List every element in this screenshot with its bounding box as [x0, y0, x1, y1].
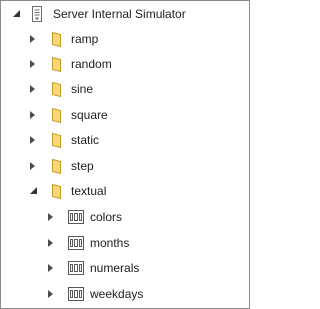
variable-icon: [68, 210, 84, 226]
folder-icon: [49, 31, 63, 48]
tree-node-root[interactable]: Server Internal Simulator: [1, 4, 249, 24]
tree-node-label: colors: [90, 210, 123, 224]
tree-node-folder-static[interactable]: static: [1, 130, 249, 150]
tree-node-folder-textual[interactable]: textual: [1, 181, 249, 201]
tree-node-label: weekdays: [90, 287, 144, 301]
tree-node-variable-months[interactable]: months: [1, 233, 249, 253]
tree-node-folder-sine[interactable]: sine: [1, 79, 249, 99]
tree-node-label: Server Internal Simulator: [53, 7, 186, 21]
expand-arrow-icon[interactable]: [27, 130, 39, 150]
tree-node-label: static: [71, 133, 100, 147]
tree-node-label: sine: [71, 82, 94, 96]
tree-node-folder-random[interactable]: random: [1, 54, 249, 74]
tree-node-folder-ramp[interactable]: ramp: [1, 29, 249, 49]
expand-arrow-icon[interactable]: [45, 258, 57, 278]
collapse-arrow-icon[interactable]: [28, 181, 40, 201]
folder-icon: [49, 56, 63, 73]
variable-icon: [68, 261, 84, 277]
expand-arrow-icon[interactable]: [45, 207, 57, 227]
server-icon: [31, 6, 45, 22]
folder-open-icon: [49, 183, 63, 200]
expand-arrow-icon[interactable]: [27, 156, 39, 176]
tree-node-label: square: [71, 108, 108, 122]
expand-arrow-icon[interactable]: [27, 54, 39, 74]
tree-node-label: months: [90, 236, 130, 250]
folder-icon: [49, 81, 63, 98]
tree-node-variable-colors[interactable]: colors: [1, 207, 249, 227]
tree-node-label: random: [71, 57, 112, 71]
expand-arrow-icon[interactable]: [27, 29, 39, 49]
variable-icon: [68, 236, 84, 252]
expand-arrow-icon[interactable]: [27, 79, 39, 99]
tree-node-label: numerals: [90, 261, 140, 275]
address-space-tree: Server Internal Simulator ramp random si…: [0, 0, 250, 309]
collapse-arrow-icon[interactable]: [11, 4, 23, 24]
tree-node-folder-square[interactable]: square: [1, 105, 249, 125]
expand-arrow-icon[interactable]: [27, 105, 39, 125]
tree-node-variable-weekdays[interactable]: weekdays: [1, 284, 249, 304]
tree-node-variable-numerals[interactable]: numerals: [1, 258, 249, 278]
tree-node-label: textual: [71, 184, 107, 198]
expand-arrow-icon[interactable]: [45, 233, 57, 253]
folder-icon: [49, 107, 63, 124]
folder-icon: [49, 158, 63, 175]
tree-node-folder-step[interactable]: step: [1, 156, 249, 176]
tree-node-label: step: [71, 159, 94, 173]
folder-icon: [49, 132, 63, 149]
expand-arrow-icon[interactable]: [45, 284, 57, 304]
tree-node-label: ramp: [71, 32, 99, 46]
variable-icon: [68, 287, 84, 303]
